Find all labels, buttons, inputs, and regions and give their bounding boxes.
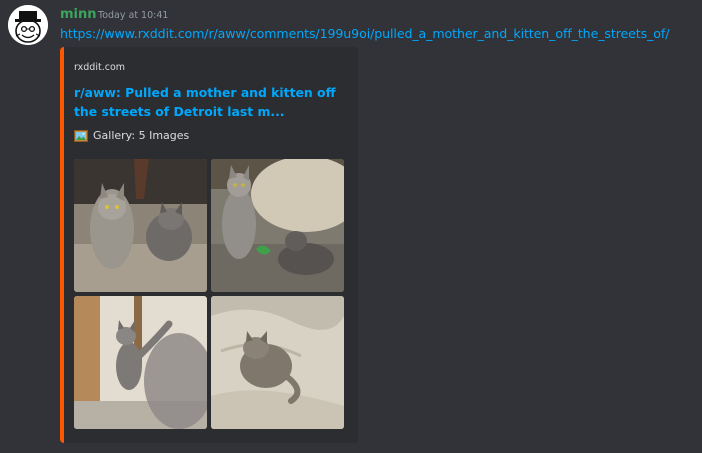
message-link[interactable]: https://www.rxddit.com/r/aww/comments/19… (60, 26, 700, 41)
photo-cats-by-pouf-icon (211, 159, 344, 292)
avatar-top-hat-icon (8, 5, 48, 45)
link-embed: rxddit.com r/aww: Pulled a mother and ki… (60, 47, 358, 443)
gallery-image-3[interactable] (74, 296, 207, 429)
chat-message: minn Today at 10:41 https://www.rxddit.c… (0, 0, 702, 453)
gallery-image-2[interactable] (211, 159, 344, 292)
embed-title-link[interactable]: r/aww: Pulled a mother and kitten off th… (74, 83, 344, 121)
message-timestamp: Today at 10:41 (98, 10, 169, 21)
photo-cats-on-rug-icon (74, 159, 207, 292)
gallery-image-4[interactable] (211, 296, 344, 429)
username[interactable]: minn (60, 7, 97, 22)
image-gallery (74, 159, 345, 430)
avatar[interactable] (8, 5, 48, 45)
gallery-image-1[interactable] (74, 159, 207, 292)
framed-picture-icon (74, 129, 88, 142)
photo-cat-jumping-icon (74, 296, 207, 429)
gallery-label: Gallery: 5 Images (93, 129, 190, 142)
embed-provider: rxddit.com (74, 62, 126, 73)
gallery-count: Gallery: 5 Images (74, 129, 189, 142)
photo-cat-on-blanket-icon (211, 296, 344, 429)
